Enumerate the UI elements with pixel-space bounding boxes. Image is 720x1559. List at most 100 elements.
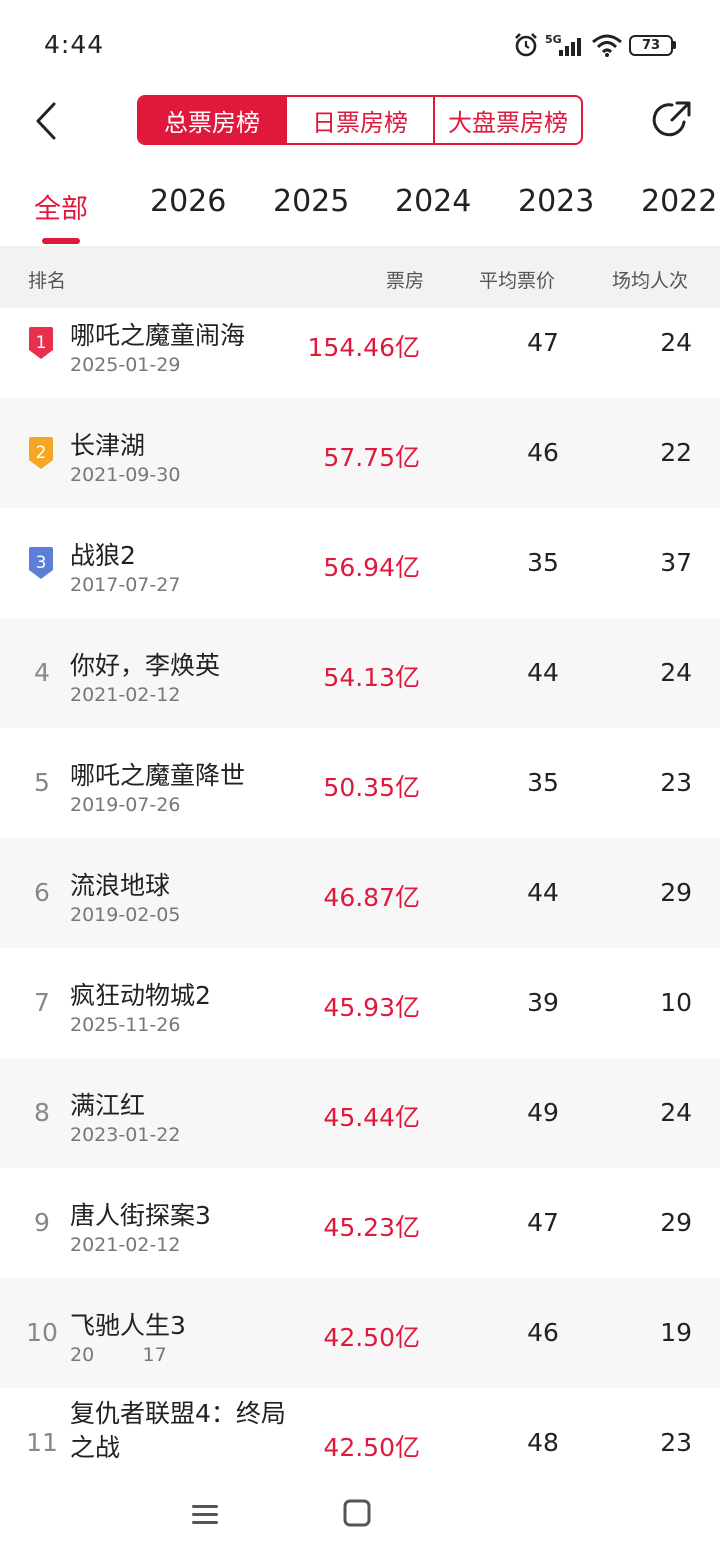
rank-number: 4 bbox=[34, 658, 50, 687]
rank-number: 2 bbox=[36, 443, 47, 463]
movie-title: 满江红 bbox=[70, 1091, 146, 1120]
table-row[interactable]: 2 长津湖 2021-09-30 57.75亿 46 22 bbox=[0, 398, 720, 508]
square-home-icon bbox=[343, 1499, 371, 1527]
top-header: 总票房榜 日票房榜 大盘票房榜 bbox=[0, 90, 720, 152]
year-tab-2026[interactable]: 2026 bbox=[150, 184, 226, 219]
movie-title: 流浪地球 bbox=[70, 871, 171, 900]
avg-attendance: 23 bbox=[660, 1428, 692, 1457]
menu-icon bbox=[192, 1505, 218, 1524]
table-row[interactable]: 11 复仇者联盟4：终局 之战 42.50亿 48 23 bbox=[0, 1388, 720, 1472]
recent-apps-button[interactable] bbox=[190, 1500, 220, 1530]
tab-market-box-office[interactable]: 大盘票房榜 bbox=[433, 97, 581, 143]
home-button[interactable] bbox=[342, 1498, 372, 1528]
avg-attendance: 37 bbox=[660, 548, 692, 577]
release-date: 2019-02-05 bbox=[70, 904, 181, 926]
column-gross: 票房 bbox=[386, 270, 425, 292]
avg-attendance: 29 bbox=[660, 1208, 692, 1237]
avg-ticket-price: 48 bbox=[527, 1428, 559, 1457]
year-tab-2024[interactable]: 2024 bbox=[395, 184, 471, 219]
table-header: 排名 票房 平均票价 场均人次 bbox=[0, 246, 720, 308]
movie-title: 长津湖 bbox=[70, 431, 146, 460]
rank-badge-red-icon: 1 bbox=[26, 326, 56, 360]
rank-badge-gold-icon: 2 bbox=[26, 436, 56, 470]
movie-title: 战狼2 bbox=[70, 541, 136, 570]
status-bar: 4:44 5G 73 bbox=[0, 0, 720, 90]
table-row[interactable]: 8 满江红 2023-01-22 45.44亿 49 24 bbox=[0, 1058, 720, 1168]
avg-attendance: 24 bbox=[660, 328, 692, 357]
avg-ticket-price: 35 bbox=[527, 548, 559, 577]
release-date: 2021-09-30 bbox=[70, 464, 181, 486]
column-avg-attendance: 场均人次 bbox=[612, 270, 689, 292]
box-office-gross: 56.94亿 bbox=[323, 553, 420, 582]
box-office-gross: 45.44亿 bbox=[323, 1103, 420, 1132]
table-row[interactable]: 3 战狼2 2017-07-27 56.94亿 35 37 bbox=[0, 508, 720, 618]
share-button[interactable] bbox=[650, 98, 694, 142]
active-tab-indicator bbox=[42, 238, 80, 244]
year-tab-2023[interactable]: 2023 bbox=[518, 184, 594, 219]
movie-title: 复仇者联盟4：终局 bbox=[70, 1399, 286, 1428]
avg-attendance: 22 bbox=[660, 438, 692, 467]
movie-title: 飞驰人生3 bbox=[70, 1311, 186, 1340]
box-office-gross: 54.13亿 bbox=[323, 663, 420, 692]
tab-total-box-office[interactable]: 总票房榜 bbox=[139, 97, 285, 143]
movie-title-line2: 之战 bbox=[70, 1433, 121, 1462]
rank-number: 3 bbox=[36, 553, 47, 573]
avg-ticket-price: 46 bbox=[527, 438, 559, 467]
table-row[interactable]: 4 你好，李焕英 2021-02-12 54.13亿 44 24 bbox=[0, 618, 720, 728]
ranking-list: 1 哪吒之魔童闹海 2025-01-29 154.46亿 47 24 2 长津湖… bbox=[0, 308, 720, 1472]
avg-attendance: 29 bbox=[660, 878, 692, 907]
box-office-gross: 45.93亿 bbox=[323, 993, 420, 1022]
status-icons: 5G 73 bbox=[513, 31, 676, 59]
avg-attendance: 10 bbox=[660, 988, 692, 1017]
alarm-icon bbox=[515, 33, 537, 57]
table-row[interactable]: 9 唐人街探案3 2021-02-12 45.23亿 47 29 bbox=[0, 1168, 720, 1278]
avg-attendance: 24 bbox=[660, 658, 692, 687]
box-office-gross: 46.87亿 bbox=[323, 883, 420, 912]
avg-ticket-price: 46 bbox=[527, 1318, 559, 1347]
box-office-gross: 42.50亿 bbox=[323, 1323, 420, 1352]
table-row[interactable]: 10 飞驰人生3 20 17 42.50亿 46 19 bbox=[0, 1278, 720, 1388]
box-office-gross: 45.23亿 bbox=[323, 1213, 420, 1242]
column-rank: 排名 bbox=[28, 270, 67, 292]
release-date: 2021-02-12 bbox=[70, 684, 181, 706]
avg-ticket-price: 47 bbox=[527, 328, 559, 357]
avg-ticket-price: 35 bbox=[527, 768, 559, 797]
tab-daily-box-office[interactable]: 日票房榜 bbox=[285, 97, 433, 143]
back-button[interactable] bbox=[26, 96, 66, 146]
year-tab-2025[interactable]: 2025 bbox=[273, 184, 349, 219]
svg-text:5G: 5G bbox=[545, 33, 562, 46]
year-tab-2022[interactable]: 2022 bbox=[641, 184, 717, 219]
release-date: 2021-02-12 bbox=[70, 1234, 181, 1256]
year-tab-all[interactable]: 全部 bbox=[34, 187, 88, 226]
table-row[interactable]: 7 疯狂动物城2 2025-11-26 45.93亿 39 10 bbox=[0, 948, 720, 1058]
battery-level: 73 bbox=[629, 34, 673, 56]
release-date: 2025-11-26 bbox=[70, 1014, 181, 1036]
battery-icon: 73 bbox=[629, 34, 676, 56]
avg-ticket-price: 44 bbox=[527, 878, 559, 907]
release-date: 2025-01-29 bbox=[70, 354, 181, 376]
avg-attendance: 24 bbox=[660, 1098, 692, 1127]
box-office-gross: 50.35亿 bbox=[323, 773, 420, 802]
signal-5g-icon: 5G bbox=[545, 33, 581, 56]
system-nav-bar bbox=[0, 1472, 720, 1559]
table-row[interactable]: 6 流浪地球 2019-02-05 46.87亿 44 29 bbox=[0, 838, 720, 948]
movie-title: 你好，李焕英 bbox=[70, 651, 221, 680]
release-date: 20 17 bbox=[70, 1344, 167, 1366]
movie-title: 唐人街探案3 bbox=[70, 1201, 211, 1230]
rank-number: 5 bbox=[34, 768, 50, 797]
rank-number: 8 bbox=[34, 1098, 50, 1127]
avg-ticket-price: 47 bbox=[527, 1208, 559, 1237]
table-row[interactable]: 1 哪吒之魔童闹海 2025-01-29 154.46亿 47 24 bbox=[0, 308, 720, 398]
rank-badge-blue-icon: 3 bbox=[26, 546, 56, 580]
release-date: 2019-07-26 bbox=[70, 794, 181, 816]
avg-attendance: 19 bbox=[660, 1318, 692, 1347]
movie-title: 哪吒之魔童闹海 bbox=[70, 321, 246, 350]
movie-title: 疯狂动物城2 bbox=[70, 981, 211, 1010]
box-office-gross: 42.50亿 bbox=[323, 1433, 420, 1462]
status-time: 4:44 bbox=[44, 30, 105, 59]
rank-number: 11 bbox=[26, 1428, 58, 1457]
table-row[interactable]: 5 哪吒之魔童降世 2019-07-26 50.35亿 35 23 bbox=[0, 728, 720, 838]
avg-attendance: 23 bbox=[660, 768, 692, 797]
chevron-left-icon bbox=[36, 102, 56, 140]
release-date: 2017-07-27 bbox=[70, 574, 181, 596]
